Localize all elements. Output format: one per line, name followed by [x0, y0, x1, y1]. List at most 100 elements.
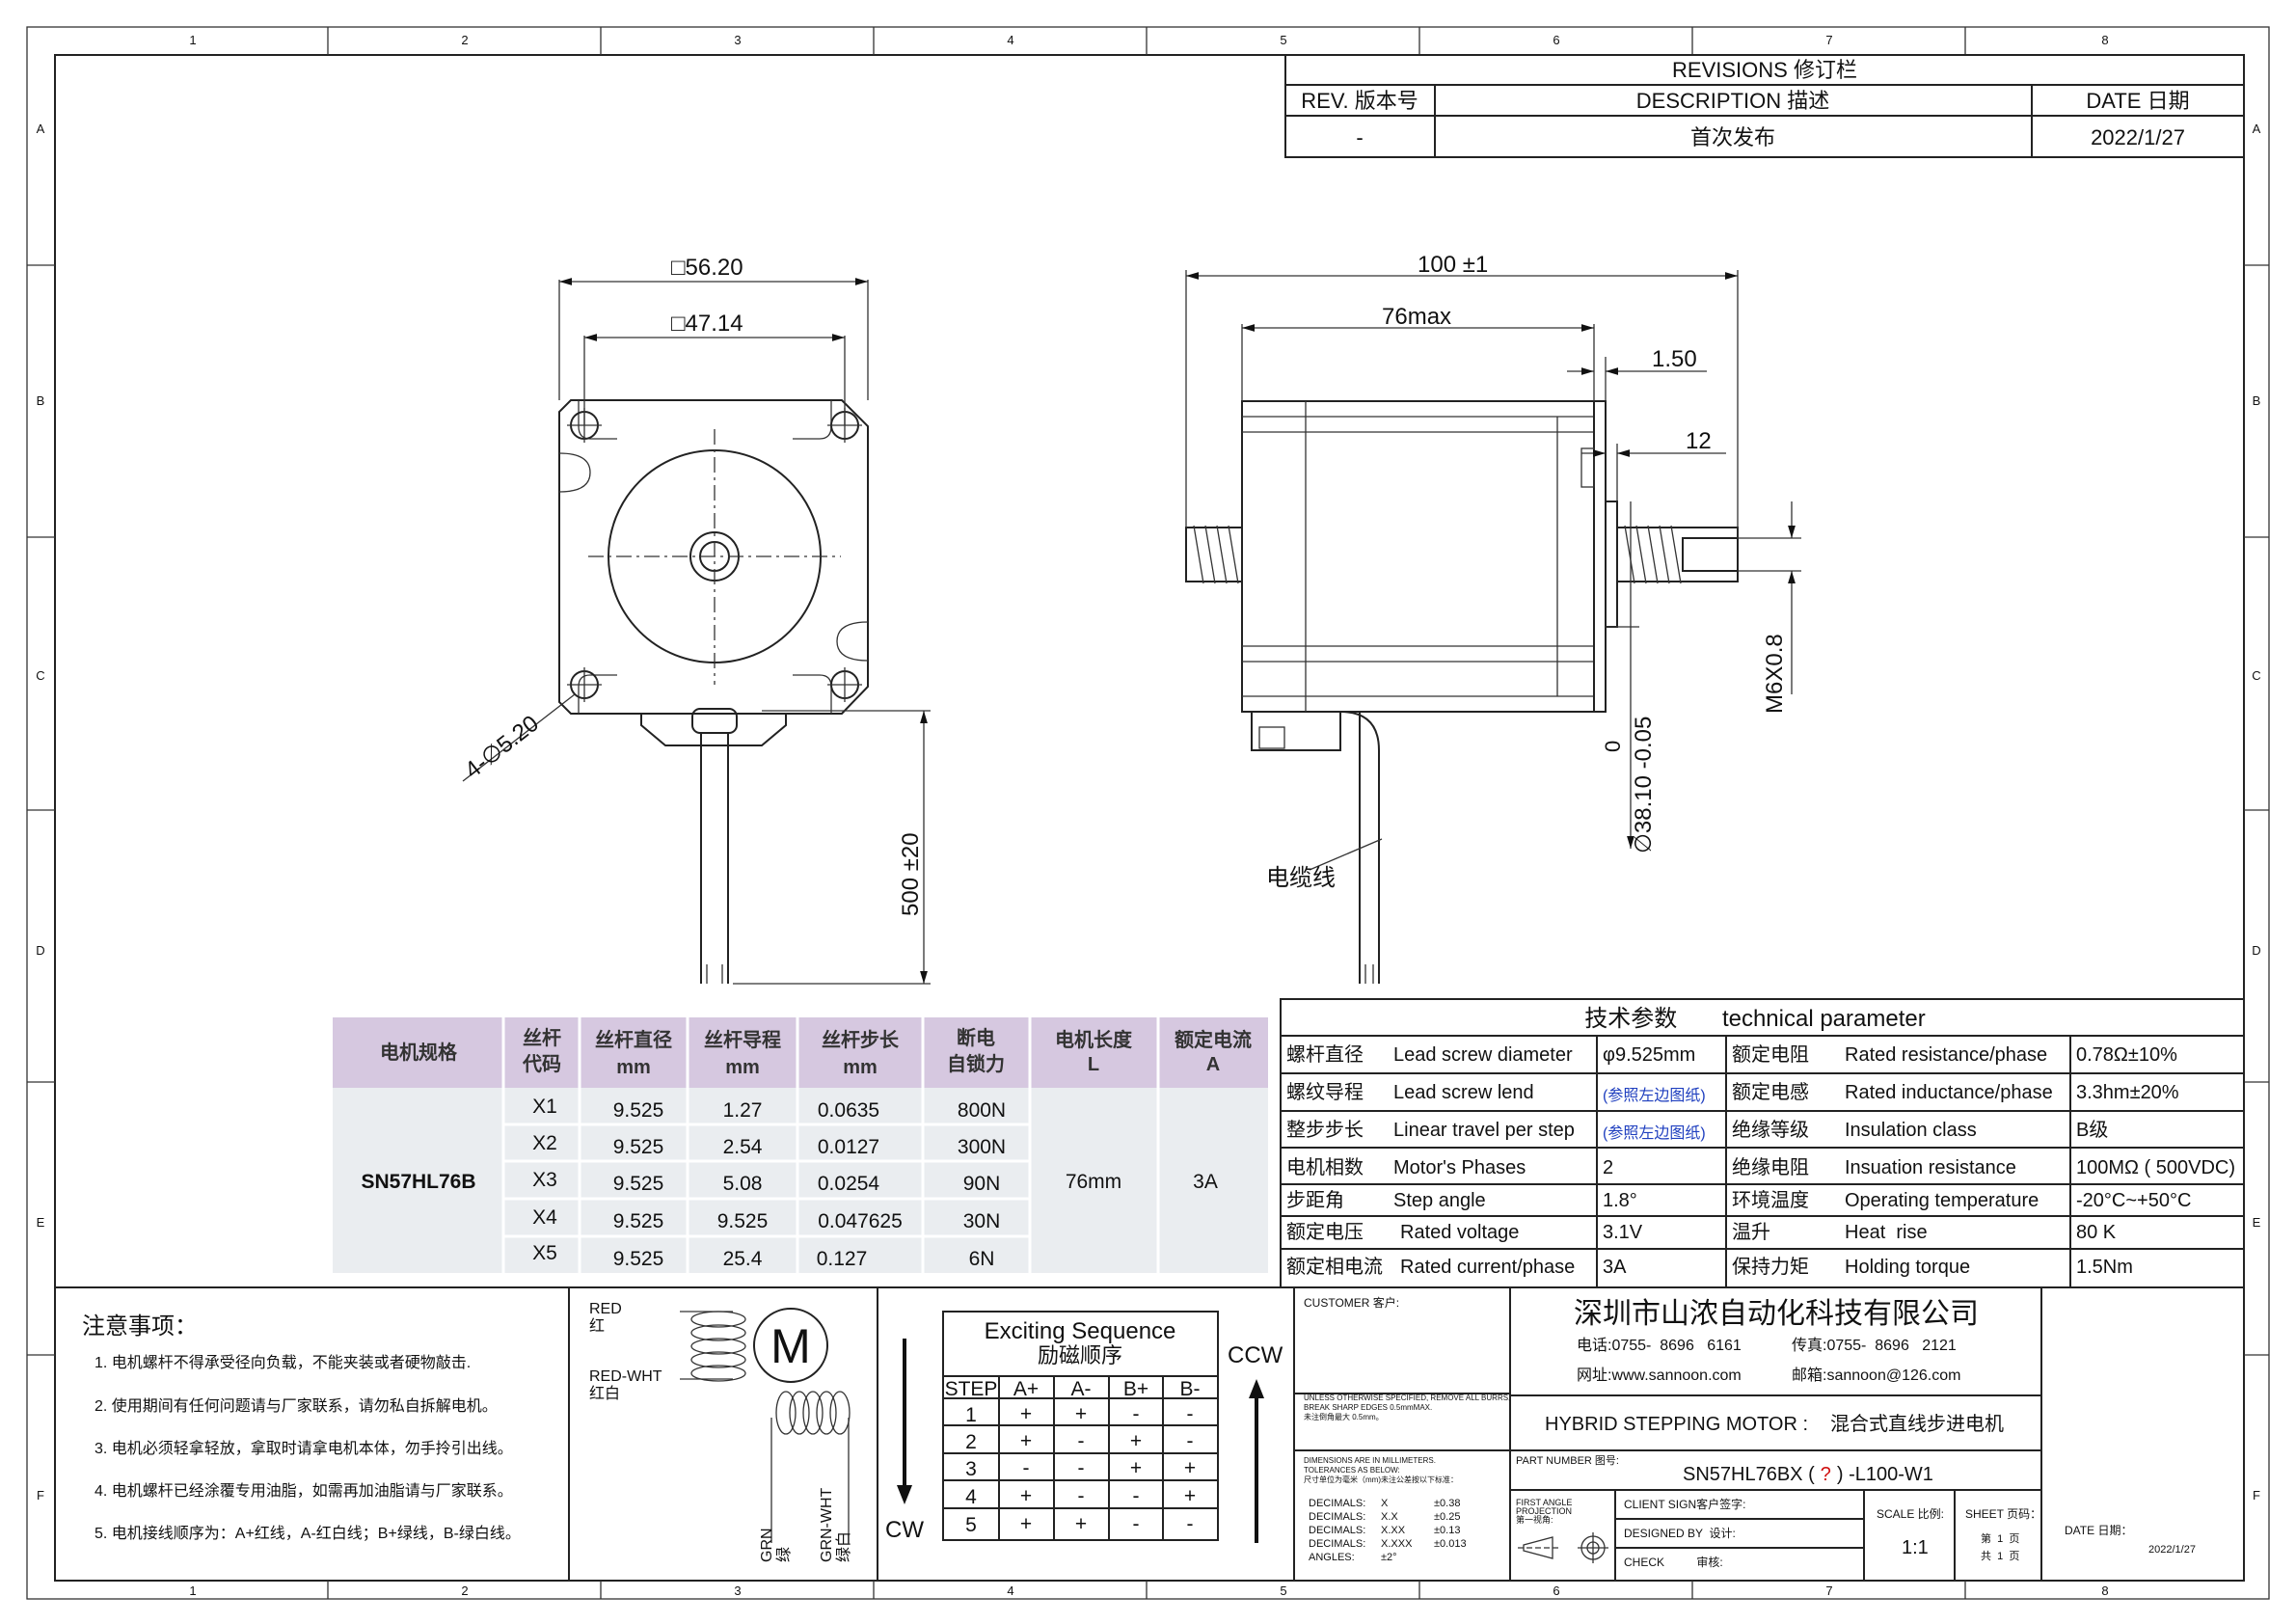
- spec-header-step-2: mm: [843, 1057, 878, 1078]
- tol-row-2-format: X.X: [1381, 1511, 1398, 1523]
- spec-row-4-step: 0.047625: [818, 1210, 903, 1232]
- spec-header-code-1: 丝杆: [523, 1026, 561, 1049]
- wire-red-label-cn: 红: [589, 1317, 605, 1335]
- date-value: 2022/1/27: [2148, 1544, 2196, 1556]
- part-number-prefix: SN57HL76BX (: [1683, 1464, 1815, 1485]
- wire-red-wht-label: RED-WHT: [589, 1368, 662, 1385]
- tech-row-5-val-right: -20°C~+50°C: [2076, 1190, 2191, 1211]
- tol-row-4-label: DECIMALS:: [1309, 1538, 1365, 1550]
- row-label-f-right: F: [2253, 1488, 2260, 1502]
- row-label-a-right: A: [2253, 122, 2261, 136]
- tech-row-1-cn-left: 螺杆直径: [1286, 1043, 1364, 1066]
- seq-row-3-b-plus: +: [1130, 1457, 1142, 1479]
- spec-row-2-step: 0.0127: [818, 1136, 879, 1158]
- seq-row-5-step: 5: [965, 1514, 977, 1536]
- col-label-5: 5: [1280, 33, 1286, 47]
- col-label-6-bottom: 6: [1553, 1583, 1559, 1598]
- tech-row-6-cn-left: 额定电压: [1286, 1221, 1364, 1243]
- front-view: □56.20 □47.14 4-∅5.20 500 ±20: [460, 255, 931, 985]
- spec-row-1-code: X1: [532, 1096, 557, 1118]
- tech-row-2-en-right: Rated inductance/phase: [1845, 1082, 2053, 1103]
- seq-row-5-b-plus: -: [1133, 1513, 1140, 1535]
- revisions-header-date: DATE 日期: [2086, 89, 2189, 113]
- col-label-5-bottom: 5: [1280, 1583, 1286, 1598]
- seq-row-1-b-plus: -: [1133, 1403, 1140, 1425]
- notes: 注意事项： 1. 电机螺杆不得承受径向负载，不能夹装或者硬物敲击. 2. 使用期…: [82, 1313, 521, 1542]
- seq-row-3-a-minus: -: [1078, 1457, 1085, 1479]
- seq-row-4-b-plus: -: [1133, 1485, 1140, 1507]
- tech-row-4-en-right: Insuation resistance: [1845, 1157, 2016, 1178]
- spec-row-2-lock: 300N: [958, 1136, 1006, 1158]
- part-number-label: PART NUMBER 图号:: [1516, 1454, 1619, 1467]
- company-phone: 电话:0755- 8696 6161: [1577, 1337, 1742, 1354]
- revisions-header-description: DESCRIPTION 描述: [1636, 89, 1829, 113]
- row-label-f: F: [37, 1488, 44, 1502]
- tech-row-2-en-left: Lead screw lend: [1393, 1082, 1534, 1103]
- spec-header-step-1: 丝杆步长: [822, 1028, 900, 1051]
- note-5: 5. 电机接线顺序为：A+红线，A-红白线；B+绿线，B-绿白线。: [95, 1525, 521, 1542]
- tol-row-4-format: X.XXX: [1381, 1538, 1413, 1550]
- tol-row-1-label: DECIMALS:: [1309, 1498, 1365, 1509]
- revisions-header-rev: REV. 版本号: [1301, 89, 1418, 113]
- spec-row-3-code: X3: [532, 1169, 557, 1191]
- wire-red-label: RED: [589, 1301, 622, 1317]
- tech-row-5-cn-right: 环境温度: [1732, 1189, 1809, 1211]
- spec-header-lead-1: 丝杆导程: [704, 1028, 781, 1051]
- part-number: SN57HL76BX (?) -L100-W1: [1683, 1464, 1933, 1485]
- tech-row-7-en-left: Rated current/phase: [1400, 1257, 1575, 1278]
- motor-spec-table: 电机规格 丝杆 代码 丝杆直径 mm 丝杆导程 mm 丝杆步长 mm 断电 自锁…: [333, 1017, 1268, 1273]
- spec-row-2-lead: 2.54: [723, 1136, 763, 1158]
- dims-note-3: 尺寸单位为毫米（mm)未注公差按以下标准：: [1304, 1475, 1458, 1484]
- tech-row-6-val-left: 3.1V: [1603, 1222, 1643, 1243]
- seq-row-5-a-plus: +: [1020, 1513, 1032, 1535]
- company-website: 网址:www.sannoon.com: [1577, 1367, 1742, 1384]
- spec-header-diameter-2: mm: [616, 1057, 651, 1078]
- tol-row-3-label: DECIMALS:: [1309, 1525, 1365, 1536]
- seq-row-5-a-minus: +: [1075, 1513, 1087, 1535]
- seq-row-2-a-minus: -: [1078, 1430, 1085, 1452]
- tech-row-4-val-right: 100MΩ ( 500VDC): [2076, 1157, 2235, 1178]
- sequence-header-step: STEP: [945, 1378, 998, 1400]
- tech-row-5-val-left: 1.8°: [1603, 1190, 1637, 1211]
- row-label-b: B: [37, 393, 45, 408]
- seq-row-3-b-minus: +: [1184, 1457, 1196, 1479]
- client-sign-label: CLIENT SIGN客户签字:: [1624, 1497, 1745, 1511]
- sequence-header-a-minus: A-: [1071, 1378, 1092, 1400]
- row-label-a: A: [37, 122, 45, 136]
- wire-grn-wht-label-cn: 绿白: [835, 1531, 852, 1562]
- unless-note-1: UNLESS OTHERWISE SPECIFIED, REMOVE ALL B…: [1304, 1394, 1510, 1402]
- tol-row-5-label: ANGLES:: [1309, 1552, 1355, 1563]
- coil-b-icon: [770, 1391, 851, 1543]
- spec-row-4-lead: 9.525: [717, 1210, 769, 1232]
- spec-header-length-2: L: [1088, 1054, 1099, 1075]
- seq-row-4-a-plus: +: [1020, 1485, 1032, 1507]
- row-label-c: C: [36, 668, 44, 683]
- spec-header-current-1: 额定电流: [1175, 1028, 1252, 1051]
- tech-row-1-en-right: Rated resistance/phase: [1845, 1044, 2047, 1066]
- tol-row-3-format: X.XX: [1381, 1525, 1406, 1536]
- row-label-b-right: B: [2253, 393, 2261, 408]
- designed-by-label: DESIGNED BY 设计:: [1624, 1527, 1736, 1540]
- title-block: CUSTOMER 客户: UNLESS OTHERWISE SPECIFIED,…: [1294, 1287, 2196, 1581]
- product-type-en: HYBRID STEPPING MOTOR :: [1545, 1414, 1808, 1435]
- front-lead-screw: [1616, 525, 1739, 584]
- ccw-label: CCW: [1228, 1342, 1283, 1368]
- col-label-3: 3: [734, 33, 741, 47]
- tech-row-3-en-left: Linear travel per step: [1393, 1120, 1575, 1141]
- seq-row-3-a-plus: -: [1023, 1457, 1030, 1479]
- sheet-total: 共 1 页: [1981, 1550, 2019, 1562]
- seq-row-2-a-plus: +: [1020, 1430, 1032, 1452]
- tech-row-4-val-left: 2: [1603, 1157, 1613, 1178]
- col-label-3-bottom: 3: [734, 1583, 741, 1598]
- part-number-suffix: ) -L100-W1: [1837, 1464, 1933, 1485]
- spec-header-code-2: 代码: [522, 1053, 561, 1075]
- tech-row-7-val-left: 3A: [1603, 1257, 1627, 1278]
- sequence-header-a-plus: A+: [1013, 1378, 1039, 1400]
- revisions-title: REVISIONS 修订栏: [1672, 58, 1857, 82]
- cable-label: 电缆线: [1266, 865, 1336, 891]
- product-type-cn: 混合式直线步进电机: [1830, 1413, 2004, 1435]
- tech-row-4-cn-left: 电机相数: [1286, 1156, 1364, 1178]
- tech-row-2-cn-right: 额定电感: [1732, 1081, 1809, 1103]
- tech-row-7-cn-right: 保持力矩: [1732, 1256, 1809, 1278]
- sequence-header-b-plus: B+: [1123, 1378, 1148, 1400]
